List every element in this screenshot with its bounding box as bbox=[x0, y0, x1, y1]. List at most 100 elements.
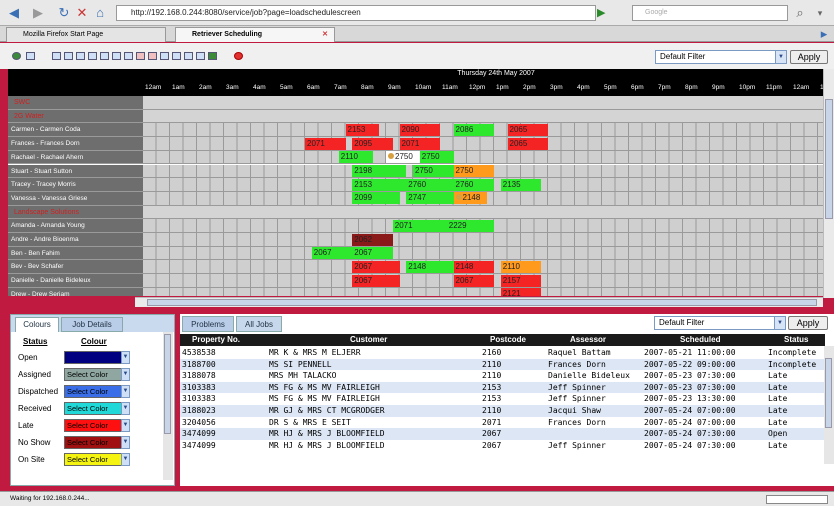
table-row[interactable]: 4538538 MR K & MRS M ELJERR 2160 Raquel Bat… bbox=[180, 347, 825, 359]
job-block[interactable]: 2760 bbox=[406, 178, 461, 191]
assessor-name[interactable]: Rachael - Rachael Ahern bbox=[8, 150, 143, 165]
tab-problems[interactable]: Problems bbox=[182, 316, 234, 332]
job-block[interactable]: 2067 bbox=[453, 274, 494, 287]
table-row[interactable]: 3474099 MR HJ & MRS J BLOOMFIELD 2067 Jeff … bbox=[180, 440, 825, 452]
list-icon[interactable] bbox=[172, 52, 181, 60]
time-slots[interactable] bbox=[143, 205, 823, 220]
job-block[interactable]: 2071 bbox=[305, 137, 346, 150]
calendar-alt-icon[interactable] bbox=[148, 52, 157, 60]
job-block[interactable]: 2062 bbox=[352, 233, 393, 246]
sort-icon[interactable] bbox=[88, 52, 97, 60]
filter-select-2[interactable]: Default Filter ▼ bbox=[654, 316, 786, 330]
job-block[interactable]: 2148 bbox=[453, 192, 488, 205]
colour-select[interactable]: Select Color ▼ bbox=[64, 385, 130, 398]
job-block[interactable]: 2157 bbox=[500, 274, 542, 287]
print-icon[interactable] bbox=[26, 52, 35, 60]
job-block[interactable]: 2148 bbox=[406, 260, 454, 273]
job-block[interactable]: 2153 bbox=[345, 123, 380, 136]
job-block[interactable]: 2750 bbox=[413, 165, 454, 177]
group-icon[interactable] bbox=[52, 52, 61, 60]
assessor-name[interactable]: Frances - Frances Dorn bbox=[8, 137, 143, 151]
apply-button-2[interactable]: Apply bbox=[788, 316, 828, 330]
filter-select[interactable]: Default Filter ▼ bbox=[655, 50, 787, 64]
url-field[interactable]: http://192.168.0.244:8080/service/job?pa… bbox=[116, 5, 596, 21]
job-block[interactable]: 2071 bbox=[399, 137, 440, 150]
job-block[interactable]: 2760 bbox=[453, 178, 494, 191]
job-block[interactable]: 2067 bbox=[352, 247, 393, 260]
assessor-name[interactable]: Ben - Ben Fahim bbox=[8, 246, 143, 261]
job-block[interactable]: 2110 bbox=[338, 151, 373, 164]
col-customer[interactable]: Customer bbox=[350, 334, 387, 346]
home-icon[interactable]: ⌂ bbox=[92, 5, 108, 21]
new-tab-icon[interactable]: ▸ bbox=[816, 26, 832, 42]
job-block[interactable]: 2065 bbox=[507, 123, 548, 136]
col-property[interactable]: Property No. bbox=[192, 334, 240, 346]
forward-icon[interactable]: ▶ bbox=[30, 5, 46, 21]
job-block[interactable]: 2229 bbox=[446, 219, 494, 232]
time-slots[interactable] bbox=[143, 287, 823, 296]
job-block[interactable]: 2135 bbox=[500, 178, 542, 191]
view-day-icon[interactable] bbox=[100, 52, 109, 60]
search-field[interactable]: Google bbox=[632, 5, 788, 21]
job-block[interactable]: 2095 bbox=[352, 137, 393, 150]
assessor-name[interactable]: Stuart - Stuart Sutton bbox=[8, 164, 143, 179]
job-block[interactable]: 2750 bbox=[453, 165, 494, 177]
colour-select[interactable]: Select Color ▼ bbox=[64, 453, 130, 466]
filter-icon[interactable] bbox=[76, 52, 85, 60]
table-row[interactable]: 3103383 MS FG & MS MV FAIRLEIGH 2153 Jeff S… bbox=[180, 393, 825, 405]
menu-icon[interactable]: ▾ bbox=[812, 5, 828, 21]
time-slots[interactable] bbox=[143, 246, 823, 261]
job-block[interactable]: 2065 bbox=[507, 137, 548, 150]
job-block[interactable]: 2198 bbox=[352, 165, 407, 177]
job-block[interactable]: 2086 bbox=[453, 123, 494, 136]
tab-all-jobs[interactable]: All Jobs bbox=[236, 316, 282, 332]
colour-select[interactable]: Select Color ▼ bbox=[64, 419, 130, 432]
time-slots[interactable] bbox=[143, 233, 823, 247]
job-block[interactable]: 2071 bbox=[392, 219, 447, 232]
stop-icon[interactable]: ✕ bbox=[74, 5, 90, 21]
assessor-name[interactable]: Drew - Drew Seriam bbox=[8, 287, 143, 296]
colours-scrollbar[interactable] bbox=[163, 332, 173, 480]
view-month-icon[interactable] bbox=[124, 52, 133, 60]
table-row[interactable]: 3188700 MS SI PENNELL 2110 Frances Dorn 2007… bbox=[180, 358, 825, 371]
view-week-icon[interactable] bbox=[112, 52, 121, 60]
time-slots[interactable] bbox=[143, 150, 823, 165]
table-row[interactable]: 3103383 MS FG & MS MV FAIRLEIGH 2153 Jeff S… bbox=[180, 381, 825, 394]
job-block[interactable]: 2750 bbox=[386, 151, 420, 164]
time-slots[interactable] bbox=[143, 137, 823, 151]
columns-icon[interactable] bbox=[184, 52, 193, 60]
tab-colours[interactable]: Colours bbox=[15, 317, 59, 332]
stop-record-icon[interactable] bbox=[234, 52, 243, 60]
job-block[interactable]: 2153 bbox=[352, 178, 407, 191]
group-header[interactable]: SWC bbox=[8, 96, 143, 110]
col-assessor[interactable]: Assessor bbox=[570, 334, 606, 346]
close-tab-icon[interactable]: ✕ bbox=[322, 28, 328, 41]
colour-select[interactable]: ▼ bbox=[64, 351, 130, 364]
back-icon[interactable]: ◀ bbox=[6, 5, 22, 21]
group-header[interactable]: 2G Water bbox=[8, 109, 143, 124]
job-block[interactable]: 2750 bbox=[419, 151, 454, 164]
colour-select[interactable]: Select Color ▼ bbox=[64, 402, 130, 415]
job-block[interactable]: 2067 bbox=[352, 274, 400, 287]
job-block[interactable]: 2747 bbox=[406, 192, 461, 205]
schedule-horizontal-scrollbar[interactable] bbox=[135, 297, 823, 307]
job-block[interactable]: 2121 bbox=[500, 288, 542, 296]
table-row[interactable]: 3474099 MR HJ & MRS J BLOOMFIELD 2067 2007-… bbox=[180, 428, 825, 440]
col-scheduled[interactable]: Scheduled bbox=[680, 334, 720, 346]
group-header[interactable]: Landscape Solutions bbox=[8, 205, 143, 220]
tab-start-page[interactable]: Mozilla Firefox Start Page bbox=[6, 27, 166, 42]
job-block[interactable]: 2067 bbox=[352, 260, 400, 273]
job-block[interactable]: 2099 bbox=[352, 192, 400, 205]
time-slots[interactable] bbox=[143, 96, 823, 110]
table-row[interactable]: 3204056 DR S & MRS E SEIT 2071 Frances Dorn… bbox=[180, 417, 825, 429]
assessor-name[interactable]: Tracey - Tracey Morris bbox=[8, 178, 143, 192]
settings-icon[interactable] bbox=[208, 52, 217, 60]
reload-icon[interactable]: ↻ bbox=[56, 5, 72, 21]
group-add-icon[interactable] bbox=[64, 52, 73, 60]
assessor-name[interactable]: Carmen - Carmen Coda bbox=[8, 123, 143, 138]
tab-job-details[interactable]: Job Details bbox=[61, 317, 123, 332]
assessor-name[interactable]: Vanessa - Vanessa Griese bbox=[8, 191, 143, 206]
table-scrollbar[interactable] bbox=[824, 346, 834, 464]
assessor-name[interactable]: Amanda - Amanda Young bbox=[8, 219, 143, 233]
job-block[interactable]: 2090 bbox=[399, 123, 440, 136]
